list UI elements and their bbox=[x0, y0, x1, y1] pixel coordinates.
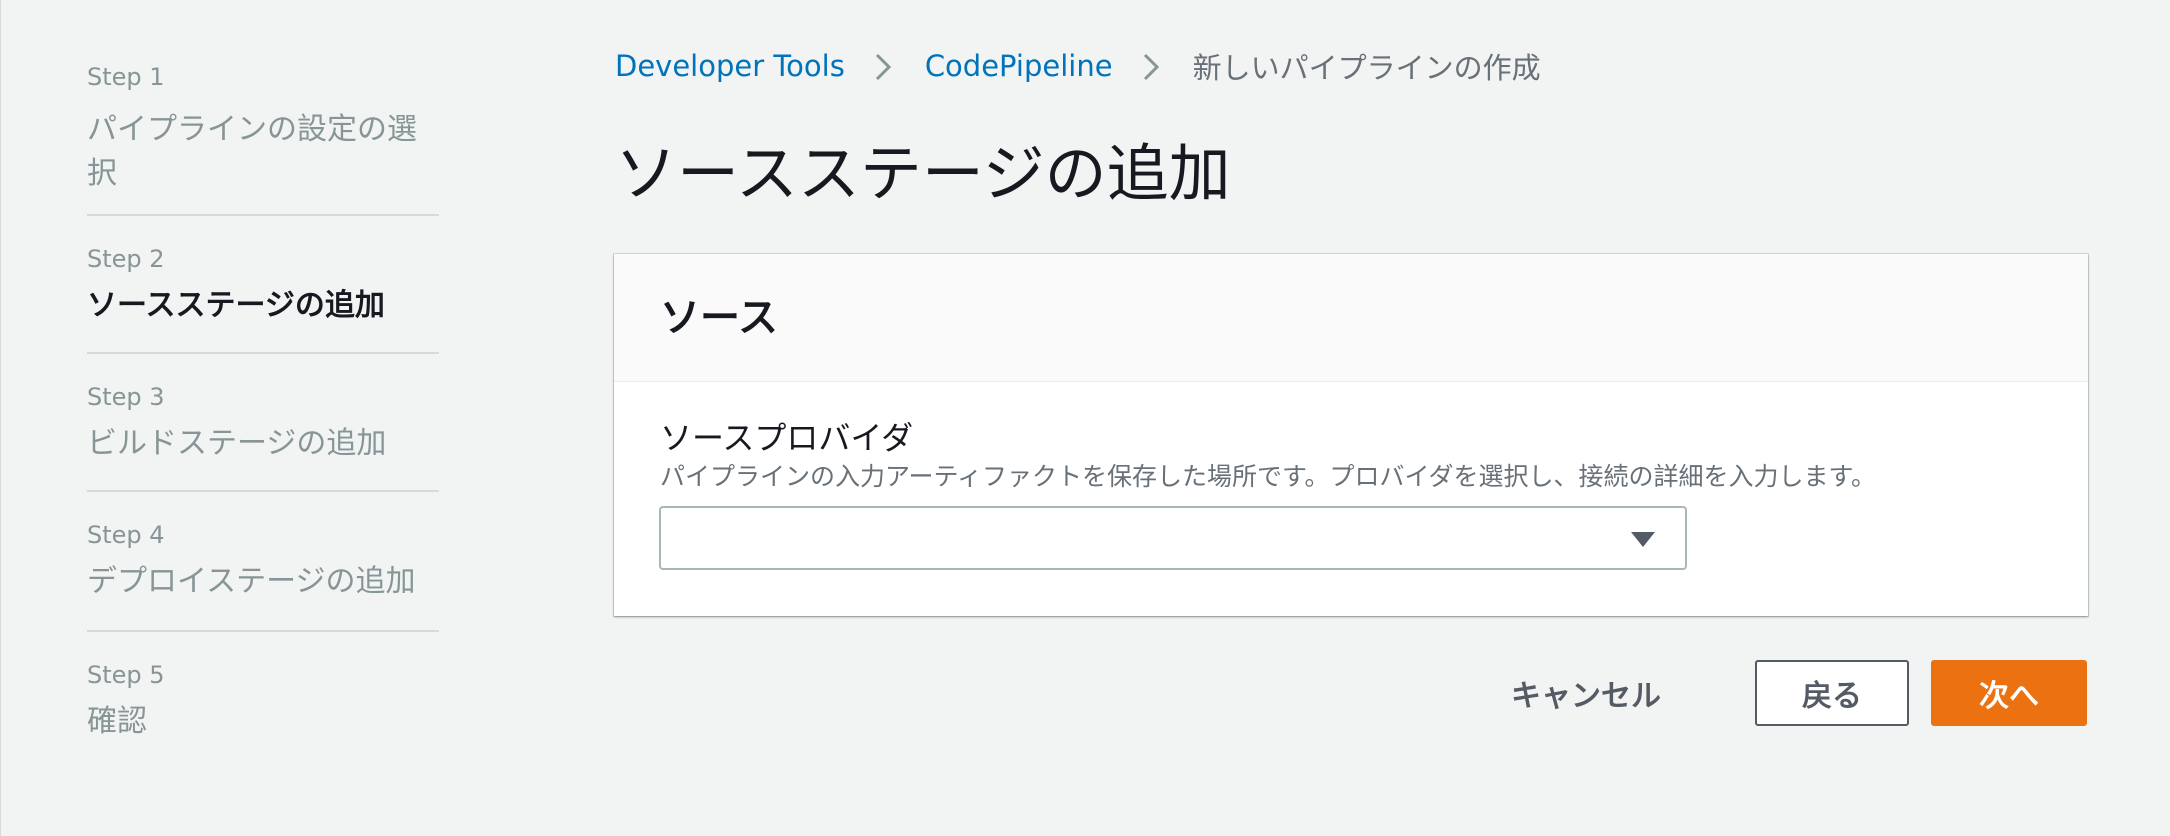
page-title: ソースステージの追加 bbox=[615, 137, 1231, 210]
step-title: ビルドステージの追加 bbox=[87, 426, 387, 461]
breadcrumb: Developer Tools CodePipeline 新しいパイプラインの作… bbox=[615, 44, 1541, 88]
wizard-step-4: Step 4 デプロイステージの追加 bbox=[87, 492, 439, 632]
step-title: 確認 bbox=[87, 704, 147, 739]
step-number: Step 3 bbox=[87, 383, 165, 411]
source-provider-label: ソースプロバイダ bbox=[660, 419, 914, 457]
step-title-link[interactable]: パイプラインの設定の選択 bbox=[87, 108, 439, 196]
step-number: Step 1 bbox=[87, 63, 165, 91]
chevron-right-icon bbox=[845, 44, 925, 88]
wizard-steps-nav: Step 1 パイプラインの設定の選択 Step 2 ソースステージの追加 St… bbox=[87, 56, 439, 770]
breadcrumb-developer-tools[interactable]: Developer Tools bbox=[615, 49, 845, 83]
next-button[interactable]: 次へ bbox=[1931, 660, 2087, 726]
source-provider-select[interactable] bbox=[659, 506, 1687, 570]
source-panel-header: ソース bbox=[614, 254, 2088, 382]
page: Step 1 パイプラインの設定の選択 Step 2 ソースステージの追加 St… bbox=[0, 0, 2170, 836]
step-number: Step 5 bbox=[87, 661, 165, 689]
step-title: デプロイステージの追加 bbox=[87, 564, 416, 599]
source-panel: ソース ソースプロバイダ パイプラインの入力アーティファクトを保存した場所です。… bbox=[614, 254, 2088, 616]
step-title-current: ソースステージの追加 bbox=[87, 288, 385, 323]
source-provider-description: パイプラインの入力アーティファクトを保存した場所です。プロバイダを選択し、接続の… bbox=[660, 462, 1877, 491]
step-number: Step 4 bbox=[87, 521, 165, 549]
breadcrumb-current: 新しいパイプラインの作成 bbox=[1192, 51, 1541, 85]
cancel-button[interactable]: キャンセル bbox=[1489, 660, 1683, 726]
wizard-step-2: Step 2 ソースステージの追加 bbox=[87, 216, 439, 354]
wizard-step-5: Step 5 確認 bbox=[87, 632, 439, 770]
breadcrumb-codepipeline[interactable]: CodePipeline bbox=[925, 49, 1113, 83]
chevron-right-icon bbox=[1113, 44, 1193, 88]
step-number: Step 2 bbox=[87, 245, 165, 273]
previous-button[interactable]: 戻る bbox=[1755, 660, 1909, 726]
caret-down-icon bbox=[1631, 530, 1655, 552]
source-panel-title: ソース bbox=[660, 295, 778, 341]
wizard-step-3: Step 3 ビルドステージの追加 bbox=[87, 354, 439, 492]
wizard-step-1[interactable]: Step 1 パイプラインの設定の選択 bbox=[87, 56, 439, 216]
